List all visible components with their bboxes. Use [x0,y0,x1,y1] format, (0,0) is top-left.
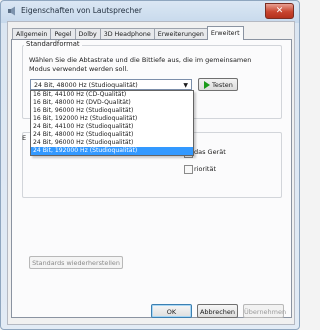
title-bar[interactable]: Eigenschaften von Lautsprecher ✕ [1,1,299,21]
dropdown-option[interactable]: 16 Bit, 192000 Hz (Studioqualität) [31,115,193,123]
restore-defaults-button[interactable]: Standards wiederherstellen [29,256,123,269]
sample-rate-select[interactable]: 24 Bit, 48000 Hz (Studioqualität) ▼ [30,79,192,90]
dropdown-option[interactable]: 16 Bit, 96000 Hz (Studioqualität) [31,107,193,115]
sample-rate-selected-value: 24 Bit, 48000 Hz (Studioqualität) [34,82,138,89]
standardformat-legend: Standardformat [24,40,82,48]
test-button-label: Testen [212,81,233,89]
cancel-button[interactable]: Abbrechen [197,304,238,318]
standardformat-description: Wählen Sie die Abtastrate und die Bittie… [29,56,252,73]
dropdown-option-highlighted[interactable]: 24 Bit, 192000 Hz (Studioqualität) [31,147,193,155]
speaker-icon [8,6,15,16]
dropdown-option[interactable]: 24 Bit, 44100 Hz (Studioqualität) [31,123,193,131]
apply-button[interactable]: Übernehmen [243,304,286,318]
close-icon: ✕ [275,6,284,16]
advanced-tab-panel: Standardformat Wählen Sie die Abtastrate… [11,39,292,318]
dropdown-option[interactable]: 24 Bit, 96000 Hz (Studioqualität) [31,139,193,147]
ok-button[interactable]: OK [151,304,192,318]
exclusive-option-1-partial: das Gerät [194,148,226,156]
tab-erweitert[interactable]: Erweitert [206,26,244,40]
exclusive-option-2-partial: riorität [194,165,217,173]
dropdown-option[interactable]: 16 Bit, 48000 Hz (DVD-Qualität) [31,99,193,107]
sample-rate-dropdown-list: 16 Bit, 44100 Hz (CD-Qualität) 16 Bit, 4… [30,90,194,156]
dropdown-option[interactable]: 24 Bit, 48000 Hz (Studioqualität) [31,131,193,139]
play-icon [204,81,210,89]
exclusive-legend-partial: E [22,134,27,142]
tab-strip: Allgemein Pegel Dolby 3D Headphone Erwei… [12,26,244,40]
dropdown-option[interactable]: 16 Bit, 44100 Hz (CD-Qualität) [31,91,193,99]
properties-window: Eigenschaften von Lautsprecher ✕ Allgeme… [0,0,300,330]
window-title: Eigenschaften von Lautsprecher [21,6,142,15]
dialog-content: Allgemein Pegel Dolby 3D Headphone Erwei… [7,21,295,325]
test-button[interactable]: Testen [198,78,238,91]
exclusive-checkbox-2-edge[interactable] [184,165,193,174]
close-button[interactable]: ✕ [265,3,294,19]
